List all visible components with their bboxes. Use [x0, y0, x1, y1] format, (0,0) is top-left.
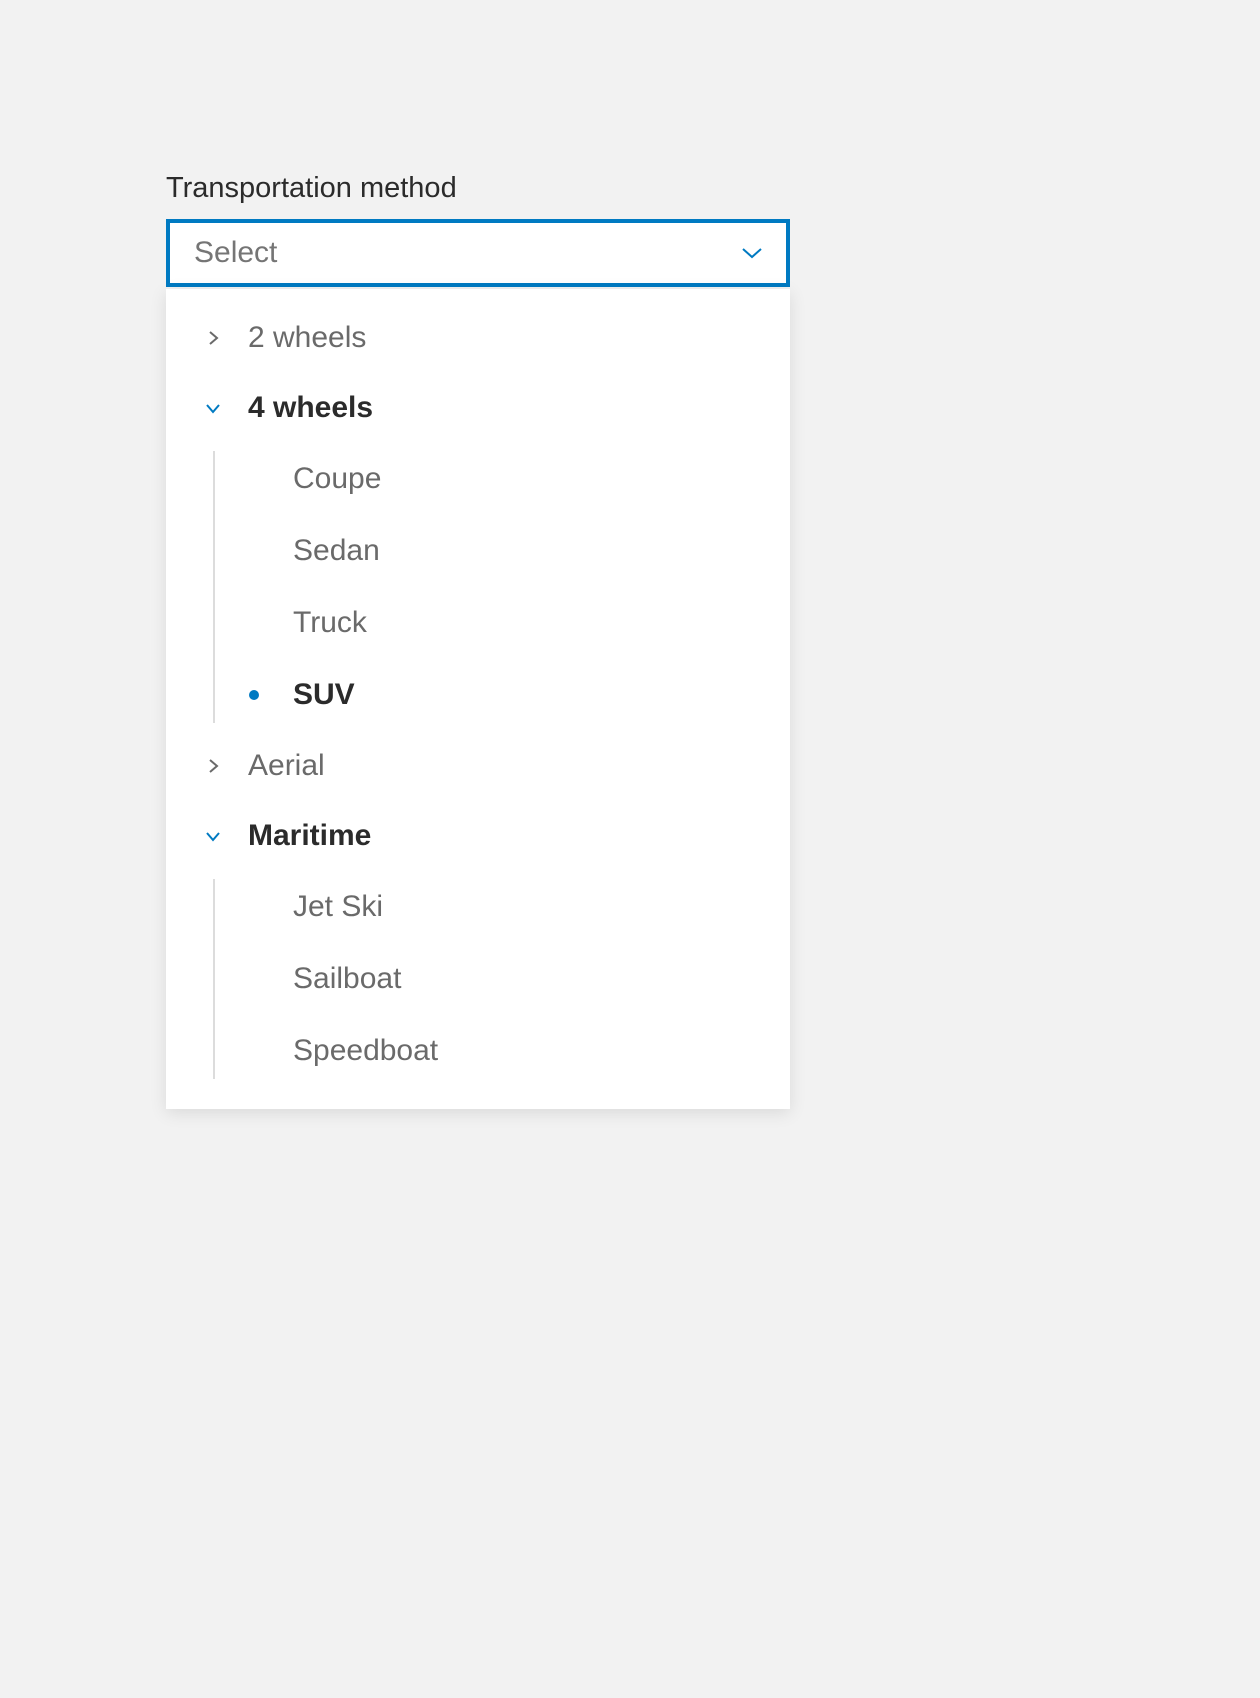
bullet-icon: [249, 474, 259, 484]
bullet-icon: [249, 690, 259, 700]
option-label: Truck: [293, 606, 367, 640]
chevron-down-icon: [200, 823, 226, 849]
option-label: Coupe: [293, 462, 381, 496]
tree-item-label: Maritime: [248, 819, 371, 853]
dropdown-panel: 2 wheels 4 wheels Coupe Sedan Truck: [166, 289, 790, 1109]
tree-item-aerial[interactable]: Aerial: [166, 731, 790, 801]
option-jet-ski[interactable]: Jet Ski: [213, 871, 790, 943]
tree-item-2-wheels[interactable]: 2 wheels: [166, 303, 790, 373]
bullet-icon: [249, 546, 259, 556]
option-label: Sailboat: [293, 962, 401, 996]
option-coupe[interactable]: Coupe: [213, 443, 790, 515]
chevron-down-icon: [740, 241, 764, 265]
bullet-icon: [249, 902, 259, 912]
tree-item-maritime[interactable]: Maritime: [166, 801, 790, 871]
option-speedboat[interactable]: Speedboat: [213, 1015, 790, 1087]
option-label: Sedan: [293, 534, 380, 568]
chevron-right-icon: [200, 753, 226, 779]
tree-item-4-wheels[interactable]: 4 wheels: [166, 373, 790, 443]
option-suv[interactable]: SUV: [213, 659, 790, 731]
tree-item-label: 2 wheels: [248, 321, 366, 355]
tree-item-label: Aerial: [248, 749, 325, 783]
sub-group-maritime: Jet Ski Sailboat Speedboat: [213, 871, 790, 1087]
bullet-icon: [249, 974, 259, 984]
tree-item-label: 4 wheels: [248, 391, 373, 425]
option-sedan[interactable]: Sedan: [213, 515, 790, 587]
sub-group-4-wheels: Coupe Sedan Truck SUV: [213, 443, 790, 731]
option-truck[interactable]: Truck: [213, 587, 790, 659]
select-placeholder: Select: [194, 236, 277, 270]
option-label: Jet Ski: [293, 890, 383, 924]
option-sailboat[interactable]: Sailboat: [213, 943, 790, 1015]
select-input[interactable]: Select: [166, 219, 790, 287]
bullet-icon: [249, 618, 259, 628]
field-label: Transportation method: [166, 172, 790, 205]
bullet-icon: [249, 1046, 259, 1056]
option-label: Speedboat: [293, 1034, 438, 1068]
option-label: SUV: [293, 678, 355, 712]
chevron-right-icon: [200, 325, 226, 351]
chevron-down-icon: [200, 395, 226, 421]
